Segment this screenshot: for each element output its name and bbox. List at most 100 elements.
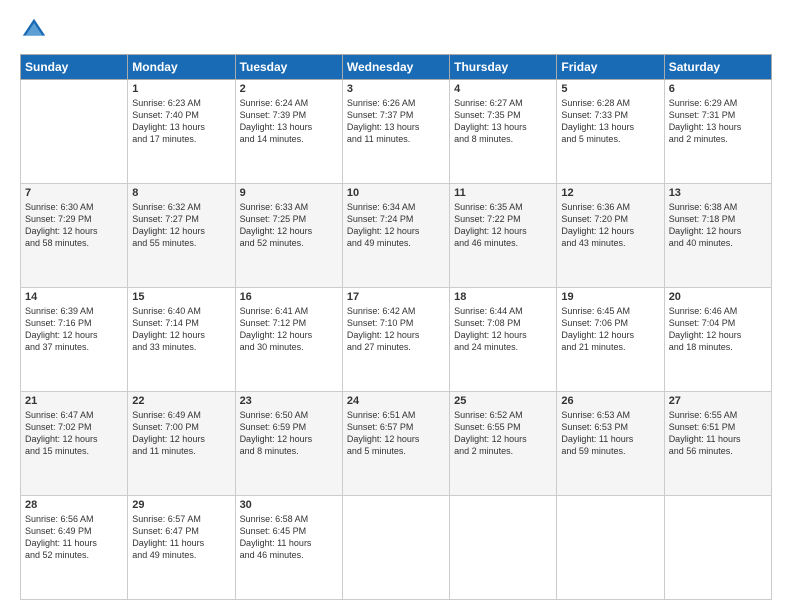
header-row: SundayMondayTuesdayWednesdayThursdayFrid… — [21, 55, 772, 80]
calendar-cell: 2 Sunrise: 6:24 AMSunset: 7:39 PMDaylight… — [235, 80, 342, 184]
cell-info: Sunrise: 6:28 AMSunset: 7:33 PMDaylight:… — [561, 97, 659, 146]
calendar-cell: 6Sunrise: 6:29 AMSunset: 7:31 PMDaylight… — [664, 80, 771, 184]
header-cell-saturday: Saturday — [664, 55, 771, 80]
cell-info: Sunrise: 6:53 AMSunset: 6:53 PMDaylight:… — [561, 409, 659, 458]
day-number: 8 — [132, 187, 230, 199]
calendar-cell: 29 Sunrise: 6:57 AMSunset: 6:47 PMDayligh… — [128, 496, 235, 600]
cell-info: Sunrise: 6:58 AMSunset: 6:45 PMDaylight:… — [240, 513, 338, 562]
day-number: 4 — [454, 83, 552, 95]
calendar-cell: 10 Sunrise: 6:34 AMSunset: 7:24 PMDayligh… — [342, 184, 449, 288]
day-number: 23 — [240, 395, 338, 407]
header-cell-monday: Monday — [128, 55, 235, 80]
cell-info: Sunrise: 6:27 AMSunset: 7:35 PMDaylight:… — [454, 97, 552, 146]
calendar-cell: 15Sunrise: 6:40 AMSunset: 7:14 PMDayligh… — [128, 288, 235, 392]
day-number: 13 — [669, 187, 767, 199]
cell-info: Sunrise: 6:47 AMSunset: 7:02 PMDaylight:… — [25, 409, 123, 458]
calendar-cell: 14 Sunrise: 6:39 AMSunset: 7:16 PMDayligh… — [21, 288, 128, 392]
cell-info: Sunrise: 6:49 AMSunset: 7:00 PMDaylight:… — [132, 409, 230, 458]
cell-info: Sunrise: 6:24 AMSunset: 7:39 PMDaylight:… — [240, 97, 338, 146]
day-number: 2 — [240, 83, 338, 95]
day-number: 28 — [25, 499, 123, 511]
cell-info: Sunrise: 6:52 AMSunset: 6:55 PMDaylight:… — [454, 409, 552, 458]
day-number: 7 — [25, 187, 123, 199]
cell-info: Sunrise: 6:29 AMSunset: 7:31 PMDaylight:… — [669, 97, 767, 146]
cell-info: Sunrise: 6:56 AMSunset: 6:49 PMDaylight:… — [25, 513, 123, 562]
calendar-cell: 11 Sunrise: 6:35 AMSunset: 7:22 PMDayligh… — [450, 184, 557, 288]
calendar-cell: 24Sunrise: 6:51 AMSunset: 6:57 PMDayligh… — [342, 392, 449, 496]
cell-info: Sunrise: 6:34 AMSunset: 7:24 PMDaylight:… — [347, 201, 445, 250]
header-cell-friday: Friday — [557, 55, 664, 80]
calendar-cell: 16 Sunrise: 6:41 AMSunset: 7:12 PMDayligh… — [235, 288, 342, 392]
header-cell-wednesday: Wednesday — [342, 55, 449, 80]
cell-info: Sunrise: 6:39 AMSunset: 7:16 PMDaylight:… — [25, 305, 123, 354]
day-number: 10 — [347, 187, 445, 199]
calendar-cell: 12 Sunrise: 6:36 AMSunset: 7:20 PMDayligh… — [557, 184, 664, 288]
week-row-5: 28 Sunrise: 6:56 AMSunset: 6:49 PMDayligh… — [21, 496, 772, 600]
cell-info: Sunrise: 6:45 AMSunset: 7:06 PMDaylight:… — [561, 305, 659, 354]
day-number: 21 — [25, 395, 123, 407]
cell-info: Sunrise: 6:41 AMSunset: 7:12 PMDaylight:… — [240, 305, 338, 354]
calendar-cell: 18Sunrise: 6:44 AMSunset: 7:08 PMDayligh… — [450, 288, 557, 392]
calendar-cell: 7 Sunrise: 6:30 AMSunset: 7:29 PMDaylight… — [21, 184, 128, 288]
calendar-cell: 17Sunrise: 6:42 AMSunset: 7:10 PMDayligh… — [342, 288, 449, 392]
calendar-cell: 3 Sunrise: 6:26 AMSunset: 7:37 PMDaylight… — [342, 80, 449, 184]
calendar-cell: 4 Sunrise: 6:27 AMSunset: 7:35 PMDaylight… — [450, 80, 557, 184]
cell-info: Sunrise: 6:44 AMSunset: 7:08 PMDaylight:… — [454, 305, 552, 354]
cell-info: Sunrise: 6:23 AMSunset: 7:40 PMDaylight:… — [132, 97, 230, 146]
calendar-cell — [664, 496, 771, 600]
day-number: 11 — [454, 187, 552, 199]
day-number: 27 — [669, 395, 767, 407]
day-number: 20 — [669, 291, 767, 303]
calendar-cell: 30Sunrise: 6:58 AMSunset: 6:45 PMDayligh… — [235, 496, 342, 600]
header-cell-tuesday: Tuesday — [235, 55, 342, 80]
cell-info: Sunrise: 6:57 AMSunset: 6:47 PMDaylight:… — [132, 513, 230, 562]
calendar-cell — [557, 496, 664, 600]
logo — [20, 16, 52, 44]
day-number: 14 — [25, 291, 123, 303]
calendar-cell — [342, 496, 449, 600]
calendar-cell: 9 Sunrise: 6:33 AMSunset: 7:25 PMDaylight… — [235, 184, 342, 288]
header — [20, 16, 772, 44]
calendar-cell: 25 Sunrise: 6:52 AMSunset: 6:55 PMDayligh… — [450, 392, 557, 496]
day-number: 3 — [347, 83, 445, 95]
cell-info: Sunrise: 6:32 AMSunset: 7:27 PMDaylight:… — [132, 201, 230, 250]
day-number: 9 — [240, 187, 338, 199]
calendar-cell: 23Sunrise: 6:50 AMSunset: 6:59 PMDayligh… — [235, 392, 342, 496]
cell-info: Sunrise: 6:26 AMSunset: 7:37 PMDaylight:… — [347, 97, 445, 146]
day-number: 17 — [347, 291, 445, 303]
calendar-cell: 26 Sunrise: 6:53 AMSunset: 6:53 PMDayligh… — [557, 392, 664, 496]
day-number: 19 — [561, 291, 659, 303]
day-number: 15 — [132, 291, 230, 303]
calendar-cell — [450, 496, 557, 600]
day-number: 5 — [561, 83, 659, 95]
day-number: 24 — [347, 395, 445, 407]
week-row-1: 1 Sunrise: 6:23 AMSunset: 7:40 PMDaylight… — [21, 80, 772, 184]
day-number: 12 — [561, 187, 659, 199]
day-number: 22 — [132, 395, 230, 407]
calendar-cell: 8 Sunrise: 6:32 AMSunset: 7:27 PMDaylight… — [128, 184, 235, 288]
cell-info: Sunrise: 6:38 AMSunset: 7:18 PMDaylight:… — [669, 201, 767, 250]
calendar-cell: 27 Sunrise: 6:55 AMSunset: 6:51 PMDayligh… — [664, 392, 771, 496]
cell-info: Sunrise: 6:35 AMSunset: 7:22 PMDaylight:… — [454, 201, 552, 250]
calendar-cell: 1 Sunrise: 6:23 AMSunset: 7:40 PMDaylight… — [128, 80, 235, 184]
header-cell-thursday: Thursday — [450, 55, 557, 80]
week-row-4: 21 Sunrise: 6:47 AMSunset: 7:02 PMDayligh… — [21, 392, 772, 496]
cell-info: Sunrise: 6:30 AMSunset: 7:29 PMDaylight:… — [25, 201, 123, 250]
day-number: 25 — [454, 395, 552, 407]
week-row-3: 14 Sunrise: 6:39 AMSunset: 7:16 PMDayligh… — [21, 288, 772, 392]
cell-info: Sunrise: 6:33 AMSunset: 7:25 PMDaylight:… — [240, 201, 338, 250]
calendar-table: SundayMondayTuesdayWednesdayThursdayFrid… — [20, 54, 772, 600]
calendar-cell: 19 Sunrise: 6:45 AMSunset: 7:06 PMDayligh… — [557, 288, 664, 392]
calendar-cell: 21 Sunrise: 6:47 AMSunset: 7:02 PMDayligh… — [21, 392, 128, 496]
day-number: 16 — [240, 291, 338, 303]
cell-info: Sunrise: 6:46 AMSunset: 7:04 PMDaylight:… — [669, 305, 767, 354]
day-number: 26 — [561, 395, 659, 407]
day-number: 29 — [132, 499, 230, 511]
calendar-cell: 22 Sunrise: 6:49 AMSunset: 7:00 PMDayligh… — [128, 392, 235, 496]
day-number: 1 — [132, 83, 230, 95]
header-cell-sunday: Sunday — [21, 55, 128, 80]
cell-info: Sunrise: 6:36 AMSunset: 7:20 PMDaylight:… — [561, 201, 659, 250]
calendar-cell: 28 Sunrise: 6:56 AMSunset: 6:49 PMDayligh… — [21, 496, 128, 600]
cell-info: Sunrise: 6:55 AMSunset: 6:51 PMDaylight:… — [669, 409, 767, 458]
calendar-cell — [21, 80, 128, 184]
